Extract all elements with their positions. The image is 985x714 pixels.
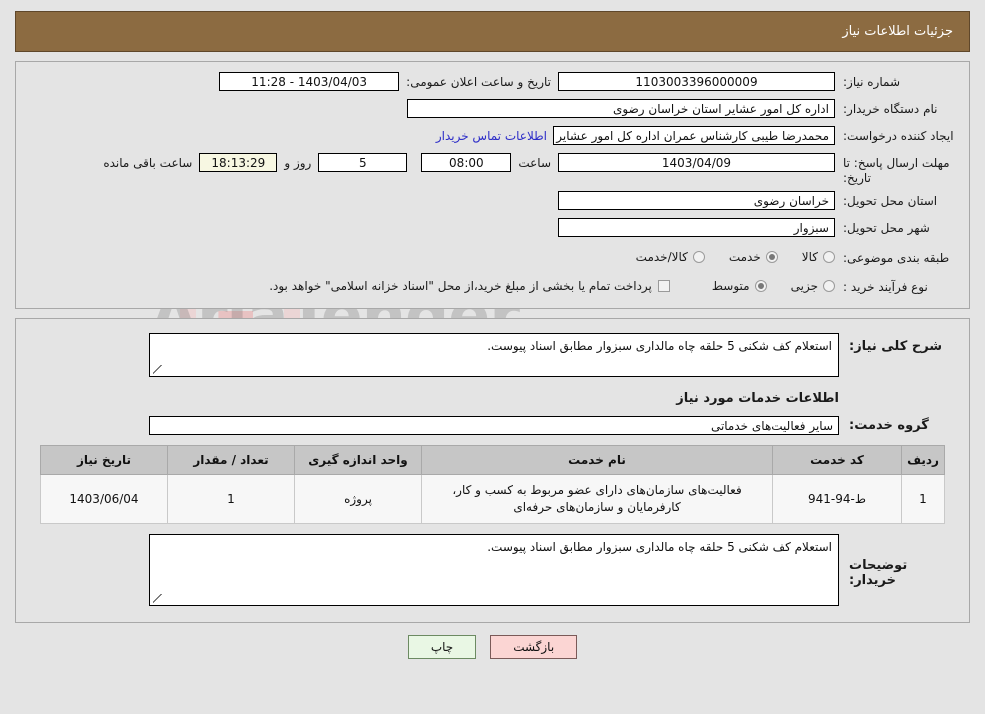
col-header-service-code: کد خدمت xyxy=(772,445,902,475)
need-summary-panel: شماره نیاز: 1103003396000009 تاریخ و ساع… xyxy=(15,61,970,309)
classification-option-khedmat[interactable]: خدمت xyxy=(729,250,778,264)
radio-icon-jozei[interactable] xyxy=(823,280,835,292)
city-value: سبزوار xyxy=(558,218,835,237)
classification-option-kala-khedmat[interactable]: کالا/خدمت xyxy=(636,250,705,264)
deadline-time-value: 08:00 xyxy=(421,153,512,172)
cell-service-name: فعالیت‌های سازمان‌های دارای عضو مربوط به… xyxy=(421,474,773,524)
need-description-textarea[interactable]: استعلام کف شکنی 5 حلقه چاه مالداری سبزوا… xyxy=(149,333,839,377)
services-section-title: اطلاعات خدمات مورد نیاز xyxy=(676,391,839,406)
cell-radif: 1 xyxy=(901,474,945,524)
need-details-panel: شرح کلی نیاز: استعلام کف شکنی 5 حلقه چاه… xyxy=(15,318,970,623)
remaining-suffix-label: ساعت باقی مانده xyxy=(103,156,193,170)
buyer-remarks-row: توضیحات خریدار: استعلام کف شکنی 5 حلقه چ… xyxy=(28,534,957,606)
deadline-hour-label: ساعت xyxy=(518,156,551,170)
col-header-service-name: نام خدمت xyxy=(421,445,773,475)
creator-label: ایجاد کننده درخواست: xyxy=(843,129,954,143)
classification-option-kala[interactable]: کالا xyxy=(802,250,835,264)
classification-option-2-label: کالا/خدمت xyxy=(635,250,688,264)
classification-row: طبقه بندی موضوعی: کالا خدمت کالا/خدمت xyxy=(28,245,957,269)
province-label: استان محل تحویل: xyxy=(843,194,938,208)
print-button[interactable]: چاپ xyxy=(407,635,477,659)
purchase-type-option-motevaset[interactable]: متوسط xyxy=(712,279,767,293)
service-group-row: گروه خدمت: سایر فعالیت‌های خدماتی xyxy=(28,416,957,435)
public-announce-label: تاریخ و ساعت اعلان عمومی: xyxy=(406,75,551,89)
public-announce-value: 1403/04/03 - 11:28 xyxy=(219,72,400,91)
deadline-date-value: 1403/04/09 xyxy=(558,153,835,172)
classification-option-1-label: خدمت xyxy=(728,250,761,264)
cell-need-date: 1403/06/04 xyxy=(40,474,168,524)
service-group-label: گروه خدمت: xyxy=(849,418,929,433)
radio-icon-motevaset[interactable] xyxy=(754,280,767,292)
purchase-type-option-jozei[interactable]: جزیی xyxy=(791,279,835,293)
items-table-wrapper: ردیف کد خدمت نام خدمت واحد اندازه گیری ت… xyxy=(28,445,957,524)
purchase-type-label: نوع فرآیند خرید : xyxy=(843,280,928,294)
purchase-type-option-0-label: جزیی xyxy=(790,279,818,293)
col-header-need-date: تاریخ نیاز xyxy=(40,445,168,475)
city-label: شهر محل تحویل: xyxy=(843,221,930,235)
need-description-label: شرح کلی نیاز: xyxy=(849,339,943,354)
treasury-bond-option[interactable]: پرداخت تمام یا بخشی از مبلغ خرید،از محل … xyxy=(269,279,670,293)
creator-value: محمدرضا طیبی کارشناس عمران اداره کل امور… xyxy=(553,126,835,145)
purchase-type-row: نوع فرآیند خرید : جزیی متوسط پرداخت تمام… xyxy=(28,274,957,298)
creator-row: ایجاد کننده درخواست: محمدرضا طیبی کارشنا… xyxy=(28,126,957,148)
cell-unit: پروژه xyxy=(294,474,422,524)
city-row: شهر محل تحویل: سبزوار xyxy=(28,218,957,240)
need-description-row: شرح کلی نیاز: استعلام کف شکنی 5 حلقه چاه… xyxy=(28,333,957,377)
need-number-row: شماره نیاز: 1103003396000009 تاریخ و ساع… xyxy=(28,72,957,94)
service-group-value: سایر فعالیت‌های خدماتی xyxy=(149,416,839,435)
need-number-value: 1103003396000009 xyxy=(558,72,835,91)
classification-option-0-label: کالا xyxy=(801,250,818,264)
radio-icon-khedmat[interactable] xyxy=(765,251,778,263)
footer-actions: بازگشت چاپ xyxy=(0,635,985,659)
classification-label: طبقه بندی موضوعی: xyxy=(843,251,950,265)
col-header-quantity: تعداد / مقدار xyxy=(167,445,295,475)
page-header: جزئیات اطلاعات نیاز xyxy=(15,11,970,52)
buyer-org-label: نام دستگاه خریدار: xyxy=(843,102,938,116)
need-number-label: شماره نیاز: xyxy=(843,75,900,89)
cell-quantity: 1 xyxy=(167,474,295,524)
days-label: روز و xyxy=(284,156,312,170)
province-row: استان محل تحویل: خراسان رضوی xyxy=(28,191,957,213)
col-header-unit: واحد اندازه گیری xyxy=(294,445,422,475)
page-title: جزئیات اطلاعات نیاز xyxy=(842,24,953,39)
radio-icon-kala-khedmat[interactable] xyxy=(692,251,705,263)
items-table: ردیف کد خدمت نام خدمت واحد اندازه گیری ت… xyxy=(40,445,945,524)
buyer-org-row: نام دستگاه خریدار: اداره کل امور عشایر ا… xyxy=(28,99,957,121)
days-remaining-value: 5 xyxy=(318,153,408,172)
buyer-contact-link[interactable]: اطلاعات تماس خریدار xyxy=(430,126,553,143)
buyer-org-value: اداره کل امور عشایر استان خراسان رضوی xyxy=(407,99,835,118)
cell-service-code: ط-94-941 xyxy=(772,474,902,524)
table-header-row: ردیف کد خدمت نام خدمت واحد اندازه گیری ت… xyxy=(40,445,945,475)
checkbox-icon-treasury-bond[interactable] xyxy=(657,280,670,292)
hours-remaining-value: 18:13:29 xyxy=(199,153,278,172)
col-header-radif: ردیف xyxy=(901,445,945,475)
treasury-bond-text: پرداخت تمام یا بخشی از مبلغ خرید،از محل … xyxy=(269,279,652,293)
radio-icon-kala[interactable] xyxy=(823,251,835,263)
buyer-remarks-textarea[interactable]: استعلام کف شکنی 5 حلقه چاه مالداری سبزوا… xyxy=(149,534,839,606)
buyer-remarks-label: توضیحات خریدار: xyxy=(849,558,908,588)
deadline-label: مهلت ارسال پاسخ: تا تاریخ: xyxy=(843,156,950,185)
back-button[interactable]: بازگشت xyxy=(490,635,578,659)
deadline-row: مهلت ارسال پاسخ: تا تاریخ: 1403/04/09 سا… xyxy=(28,153,957,186)
province-value: خراسان رضوی xyxy=(558,191,835,210)
table-row: 1 ط-94-941 فعالیت‌های سازمان‌های دارای ع… xyxy=(40,474,945,524)
purchase-type-option-1-label: متوسط xyxy=(711,279,750,293)
